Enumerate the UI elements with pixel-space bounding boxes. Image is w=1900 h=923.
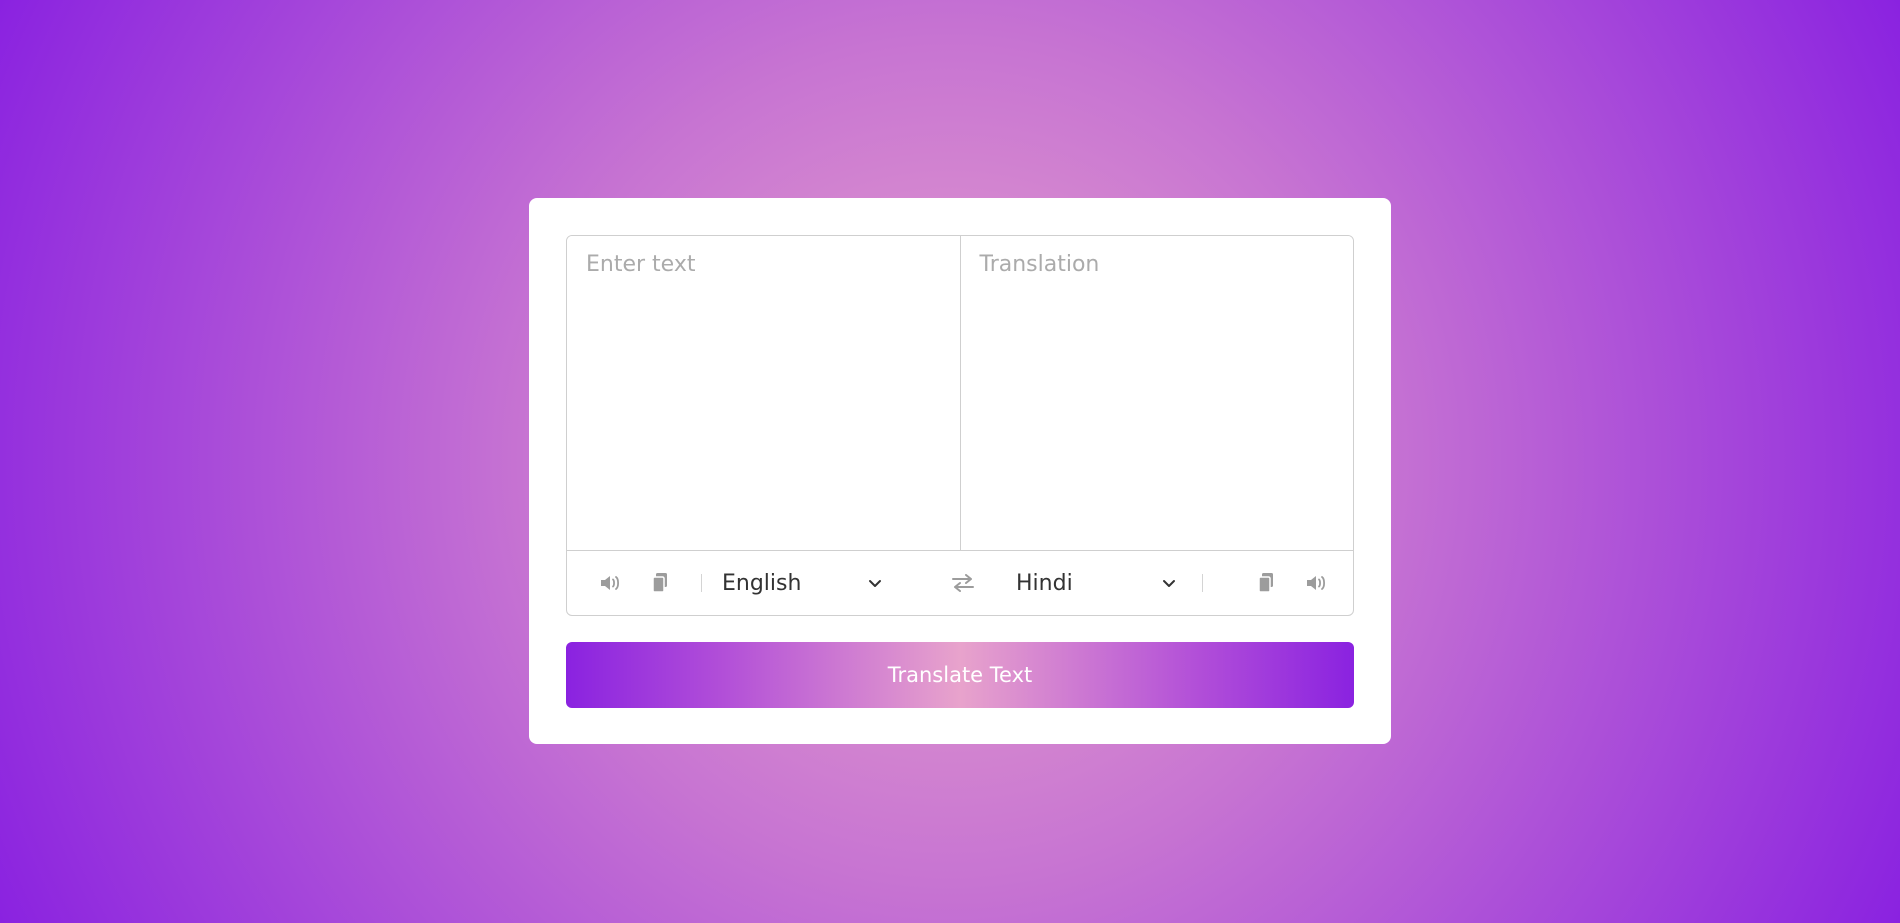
text-areas	[567, 236, 1353, 551]
source-text-input[interactable]	[567, 236, 961, 550]
target-controls: Hindi	[1012, 570, 1329, 596]
chevron-down-icon	[1162, 574, 1176, 593]
target-language-select[interactable]: Hindi	[1016, 571, 1176, 596]
volume-icon[interactable]	[597, 570, 623, 596]
chevron-down-icon	[868, 574, 882, 593]
divider	[1202, 574, 1203, 592]
source-language-select[interactable]: English	[722, 571, 882, 596]
translate-button[interactable]: Translate Text	[566, 642, 1354, 708]
translator-card: English Hindi	[529, 198, 1391, 744]
exchange-icon[interactable]	[950, 570, 976, 596]
controls-row: English Hindi	[567, 551, 1353, 615]
volume-icon[interactable]	[1303, 570, 1329, 596]
copy-icon[interactable]	[647, 570, 673, 596]
copy-icon[interactable]	[1253, 570, 1279, 596]
target-language-label: Hindi	[1016, 570, 1073, 596]
translation-output[interactable]	[960, 236, 1353, 550]
divider	[701, 574, 702, 592]
source-controls: English	[597, 570, 914, 596]
translation-panel: English Hindi	[566, 235, 1354, 616]
source-language-label: English	[722, 570, 802, 596]
